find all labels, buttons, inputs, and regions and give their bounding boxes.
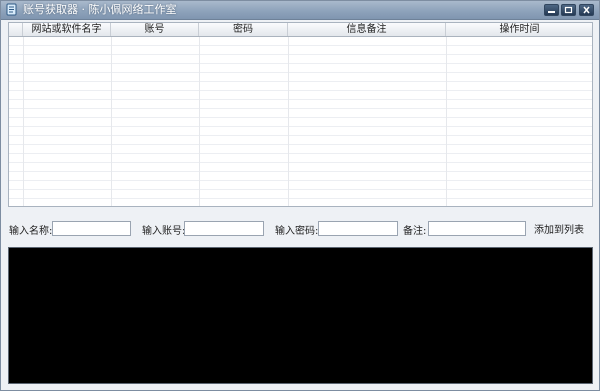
restore-button[interactable] <box>561 4 576 16</box>
account-label: 输入账号: <box>142 226 186 237</box>
entry-form: 输入名称: 输入账号: 输入密码: 备注: 添加到列表 <box>1 213 599 241</box>
column-header-password[interactable]: 密码 <box>199 23 288 36</box>
table-header: 网站或软件名字 账号 密码 信息备注 操作时间 <box>9 23 592 37</box>
table-body[interactable] <box>9 37 592 206</box>
row-header-corner <box>9 23 23 36</box>
log-output-panel[interactable] <box>8 247 593 384</box>
name-label: 输入名称: <box>9 226 53 237</box>
column-header-account[interactable]: 账号 <box>111 23 199 36</box>
title-bar[interactable]: 账号获取器 · 陈小佩网络工作室 <box>1 1 599 20</box>
column-divider <box>288 37 289 206</box>
window-title: 账号获取器 · 陈小佩网络工作室 <box>23 3 177 16</box>
close-button[interactable] <box>579 4 594 16</box>
column-divider <box>23 37 24 206</box>
column-header-time[interactable]: 操作时间 <box>446 23 592 36</box>
column-header-site-name[interactable]: 网站或软件名字 <box>23 23 111 36</box>
column-divider <box>199 37 200 206</box>
notebook-icon <box>5 3 18 16</box>
name-input[interactable] <box>52 221 131 236</box>
column-divider <box>446 37 447 206</box>
column-divider <box>111 37 112 206</box>
account-input[interactable] <box>184 221 264 236</box>
account-table[interactable]: 网站或软件名字 账号 密码 信息备注 操作时间 <box>8 22 593 207</box>
note-input[interactable] <box>428 221 526 236</box>
column-header-note[interactable]: 信息备注 <box>288 23 446 36</box>
minimize-button[interactable] <box>544 4 559 16</box>
app-window: 账号获取器 · 陈小佩网络工作室 网站或软件名字 账号 密码 信息备注 操作时间… <box>0 0 600 391</box>
password-label: 输入密码: <box>275 226 319 237</box>
add-to-list-button[interactable]: 添加到列表 <box>533 220 585 237</box>
note-label: 备注: <box>403 226 427 237</box>
password-input[interactable] <box>318 221 398 236</box>
